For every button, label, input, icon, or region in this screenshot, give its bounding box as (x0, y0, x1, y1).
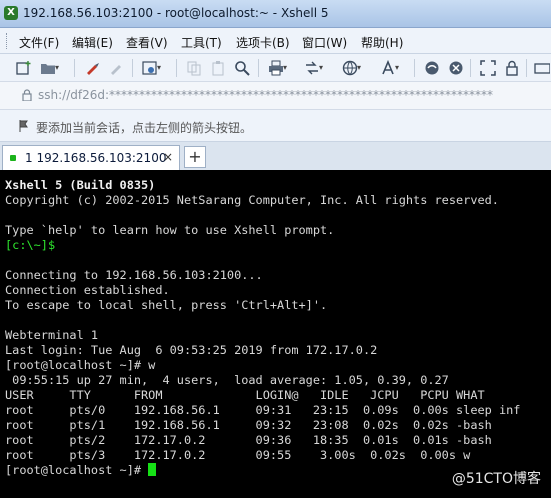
terminal-line: Last login: Tue Aug 6 09:53:25 2019 from… (5, 343, 378, 357)
xftp-icon[interactable] (424, 60, 440, 76)
terminal-line: 09:55:15 up 27 min, 4 users, load averag… (5, 373, 449, 387)
copy-icon[interactable] (186, 60, 202, 76)
menu-help[interactable]: 帮助(H) (361, 34, 403, 51)
session-hint-bar: 要添加当前会话，点击左侧的箭头按钮。 (0, 110, 551, 142)
open-folder-icon[interactable]: ▾ (40, 60, 59, 76)
connected-status-icon (10, 155, 16, 161)
terminal-output: Xshell 5 (Build 0835) Copyright (c) 2002… (5, 178, 520, 478)
add-session-arrow-icon[interactable] (18, 119, 32, 136)
terminal-line: root pts/2 172.17.0.2 09:36 18:35 0.01s … (5, 433, 492, 447)
find-icon[interactable] (234, 60, 250, 76)
keyboard-icon[interactable] (534, 60, 551, 76)
toolbar: ▾ ▾ ▾ ▾ ▾ ▾ (0, 54, 551, 82)
font-icon[interactable]: ▾ (380, 59, 399, 76)
current-prompt: [root@localhost ~]# (5, 463, 149, 477)
terminal-line: Xshell 5 (Build 0835) (5, 178, 156, 192)
print-icon[interactable]: ▾ (268, 60, 287, 76)
watermark: @51CTO博客 (451, 471, 541, 487)
xmanager-icon[interactable] (448, 60, 464, 76)
terminal-line: Webterminal 1 (5, 328, 99, 342)
window-title: 192.168.56.103:2100 - root@localhost:~ -… (23, 6, 329, 20)
lock-icon[interactable] (504, 60, 520, 76)
menu-edit[interactable]: 编辑(E) (72, 34, 113, 51)
paste-icon[interactable] (210, 60, 226, 76)
tab-session-1[interactable]: 1 192.168.56.103:2100 × (2, 145, 180, 170)
new-session-icon[interactable] (16, 60, 32, 76)
terminal-line: Copyright (c) 2002-2015 NetSarang Comput… (5, 193, 499, 207)
tab-label: 1 192.168.56.103:2100 (25, 151, 167, 165)
terminal-pane[interactable]: Xshell 5 (Build 0835) Copyright (c) 2002… (0, 172, 551, 498)
reconnect-icon[interactable] (84, 60, 100, 76)
address-field[interactable]: ssh://df26d:****************************… (38, 88, 548, 102)
terminal-line: To escape to local shell, press 'Ctrl+Al… (5, 298, 328, 312)
title-bar: X 192.168.56.103:2100 - root@localhost:~… (0, 0, 551, 28)
disconnect-icon[interactable] (108, 60, 124, 76)
address-bar: ssh://df26d:****************************… (0, 82, 551, 110)
terminal-line: USER TTY FROM LOGIN@ IDLE JCPU PCPU WHAT (5, 388, 485, 402)
menu-bar: 文件(F) 编辑(E) 查看(V) 工具(T) 选项卡(B) 窗口(W) 帮助(… (0, 28, 551, 54)
terminal-line: Connection established. (5, 283, 170, 297)
globe-icon[interactable]: ▾ (342, 60, 361, 76)
terminal-line: root pts/3 172.17.0.2 09:55 3.00s 0.02s … (5, 448, 471, 462)
new-tab-button[interactable]: + (184, 146, 206, 168)
menu-file[interactable]: 文件(F) (19, 34, 59, 51)
xshell-icon: X (4, 6, 18, 20)
menu-grip (6, 33, 10, 49)
menu-window[interactable]: 窗口(W) (302, 34, 347, 51)
properties-icon[interactable]: ▾ (142, 60, 161, 76)
local-prompt: [c:\~]$ (5, 238, 56, 252)
tab-close-icon[interactable]: × (163, 150, 173, 164)
padlock-icon (22, 89, 32, 104)
fullscreen-icon[interactable] (480, 60, 496, 76)
transfer-icon[interactable]: ▾ (304, 60, 323, 76)
terminal-line: Connecting to 192.168.56.103:2100... (5, 268, 263, 282)
terminal-prompt-line[interactable]: [root@localhost ~]# (5, 463, 520, 478)
terminal-line: [root@localhost ~]# w (5, 358, 156, 372)
menu-view[interactable]: 查看(V) (126, 34, 168, 51)
tab-bar: 1 192.168.56.103:2100 × + (0, 142, 551, 172)
terminal-cursor (148, 463, 157, 476)
session-hint-text: 要添加当前会话，点击左侧的箭头按钮。 (36, 121, 253, 135)
terminal-line: root pts/0 192.168.56.1 09:31 23:15 0.09… (5, 403, 521, 417)
menu-tools[interactable]: 工具(T) (181, 34, 222, 51)
terminal-line: root pts/1 192.168.56.1 09:32 23:08 0.02… (5, 418, 492, 432)
terminal-line: Type `help' to learn how to use Xshell p… (5, 223, 335, 237)
menu-tab[interactable]: 选项卡(B) (236, 34, 290, 51)
